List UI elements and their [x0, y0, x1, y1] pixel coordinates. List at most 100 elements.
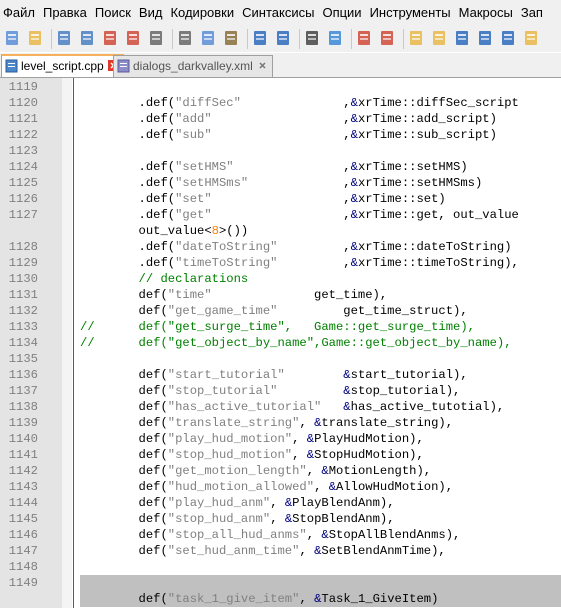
code-line[interactable]: 1128 .def("dateToString" ,&xrTime::dateT…: [0, 239, 561, 255]
menu-item[interactable]: Синтаксисы: [238, 0, 318, 26]
code-token: xrTime::sub_script): [357, 128, 497, 142]
code-text: // def("get_object_by_name",Game::get_ob…: [80, 335, 512, 351]
code-line[interactable]: 1144 def("play_hud_anm", &PlayBlendAnm),: [0, 495, 561, 511]
code-token: def(: [80, 592, 168, 606]
tab-level-script[interactable]: level_script.cpp: [1, 54, 124, 77]
code-token: StopHudMotion),: [314, 448, 424, 462]
code-line[interactable]: 1122 .def("sub" ,&xrTime::sub_script): [0, 127, 561, 143]
code-line[interactable]: 1131 def("time" get_time),: [0, 287, 561, 303]
code-line[interactable]: 1145 def("stop_hud_anm", &StopBlendAnm),: [0, 511, 561, 527]
code-line[interactable]: 1133 // def("get_surge_time", Game::get_s…: [0, 319, 561, 335]
code-line[interactable]: 1126 .def("set" ,&xrTime::set): [0, 191, 561, 207]
string-token: "translate_string": [167, 416, 300, 430]
menu-item[interactable]: Макросы: [455, 0, 517, 26]
code-text: def("play_hud_anm", &PlayBlendAnm),: [80, 495, 395, 511]
code-token: ,: [240, 96, 351, 110]
operator-token: &: [321, 464, 329, 478]
code-editor[interactable]: 1119 1120 .def("diffSec" ,&xrTime::diffSe…: [0, 78, 561, 608]
line-number: 1134: [8, 336, 38, 350]
code-line[interactable]: 1135: [0, 351, 561, 367]
cut-icon[interactable]: [176, 29, 194, 47]
menu-item[interactable]: Файл: [0, 0, 39, 26]
undo-icon[interactable]: [251, 29, 269, 47]
comment-token: // def("get_surge_time", Game::get_surge…: [80, 320, 475, 334]
word-wrap-icon[interactable]: [453, 29, 471, 47]
tab-label: dialogs_darkvalley.xml: [133, 59, 253, 73]
show-all-chars-icon[interactable]: [476, 29, 494, 47]
code-line[interactable]: 1127 .def("get" ,&xrTime::get, out_value: [0, 207, 561, 223]
menu-item[interactable]: Вид: [135, 0, 167, 26]
save-all-icon[interactable]: [78, 29, 96, 47]
code-line[interactable]: 1125 .def("setHMSms" ,&xrTime::setHMSms): [0, 175, 561, 191]
open-file-icon[interactable]: [26, 29, 44, 47]
code-text: def("stop_tutorial" &stop_tutorial),: [80, 383, 461, 399]
code-line[interactable]: 1123: [0, 143, 561, 159]
code-line[interactable]: 1147 def("set_hud_anm_time", &SetBlendAn…: [0, 543, 561, 559]
code-line[interactable]: 1141 def("stop_hud_motion", &StopHudMoti…: [0, 447, 561, 463]
code-line[interactable]: 1140 def("play_hud_motion", &PlayHudMoti…: [0, 431, 561, 447]
code-line[interactable]: 1119: [0, 79, 561, 95]
code-line[interactable]: out_value<8>()): [0, 223, 561, 239]
find-icon[interactable]: [303, 29, 321, 47]
zoom-out-icon[interactable]: [378, 29, 396, 47]
code-token: .def(: [80, 112, 176, 126]
code-line[interactable]: 1124 .def("setHMS" ,&xrTime::setHMS): [0, 159, 561, 175]
code-line[interactable]: 1146 def("stop_all_hud_anms", &StopAllBl…: [0, 527, 561, 543]
code-token: def(: [80, 528, 168, 542]
sync-v-icon[interactable]: [407, 29, 425, 47]
user-lang-icon[interactable]: [522, 29, 540, 47]
code-line[interactable]: 1139 def("translate_string", &translate_…: [0, 415, 561, 431]
code-line[interactable]: 1130 // declarations: [0, 271, 561, 287]
code-token: ,: [233, 160, 351, 174]
code-line[interactable]: 1132 def("get_game_time" get_time_struct…: [0, 303, 561, 319]
print-icon[interactable]: [147, 29, 165, 47]
code-token: def(: [80, 368, 168, 382]
new-file-icon[interactable]: [3, 29, 21, 47]
zoom-in-icon[interactable]: [355, 29, 373, 47]
redo-icon[interactable]: [274, 29, 292, 47]
line-number: 1140: [8, 432, 38, 446]
close-icon[interactable]: [257, 60, 268, 71]
line-number: 1126: [8, 192, 38, 206]
menu-item[interactable]: Инструменты: [366, 0, 455, 26]
code-line[interactable]: 1138 def("has_active_tutorial" &has_acti…: [0, 399, 561, 415]
line-number: 1129: [8, 256, 38, 270]
line-number: 1137: [8, 384, 38, 398]
code-token: def(: [80, 288, 168, 302]
toolbar-separator: [51, 29, 52, 49]
close-all-icon[interactable]: [124, 29, 142, 47]
string-token: "set_hud_anm_time": [167, 544, 300, 558]
sync-h-icon[interactable]: [430, 29, 448, 47]
code-line[interactable]: 1149: [0, 575, 561, 591]
close-icon[interactable]: [101, 29, 119, 47]
copy-icon[interactable]: [199, 29, 217, 47]
code-line[interactable]: 1134 // def("get_object_by_name",Game::ge…: [0, 335, 561, 351]
string-token: "start_tutorial": [167, 368, 285, 382]
code-line[interactable]: 1148: [0, 559, 561, 575]
code-token: translate_string),: [321, 416, 454, 430]
menu-item[interactable]: Правка: [39, 0, 91, 26]
paste-icon[interactable]: [222, 29, 240, 47]
menu-item[interactable]: Зап: [517, 0, 547, 26]
code-token: xrTime::dateToString): [357, 240, 512, 254]
menu-item[interactable]: Поиск: [91, 0, 135, 26]
line-number: 1130: [8, 272, 38, 286]
code-line[interactable]: 1136 def("start_tutorial" &start_tutoria…: [0, 367, 561, 383]
code-text: def("set_hud_anm_time", &SetBlendAnmTime…: [80, 543, 446, 559]
menu-item[interactable]: Опции: [318, 0, 365, 26]
save-icon[interactable]: [55, 29, 73, 47]
code-token: ,: [211, 112, 351, 126]
line-number: 1145: [8, 512, 38, 526]
string-token: "add": [175, 112, 212, 126]
replace-icon[interactable]: [326, 29, 344, 47]
tab-dialogs-darkvalley[interactable]: dialogs_darkvalley.xml: [113, 55, 273, 77]
code-line[interactable]: 1129 .def("timeToString" ,&xrTime::timeT…: [0, 255, 561, 271]
menu-item[interactable]: Кодировки: [166, 0, 238, 26]
code-line[interactable]: 1137 def("stop_tutorial" &stop_tutorial)…: [0, 383, 561, 399]
code-line[interactable]: 1143 def("hud_motion_allowed", &AllowHud…: [0, 479, 561, 495]
code-line[interactable]: 1142 def("get_motion_length", &MotionLen…: [0, 463, 561, 479]
indent-guide-icon[interactable]: [499, 29, 517, 47]
code-line[interactable]: 1120 .def("diffSec" ,&xrTime::diffSec_sc…: [0, 95, 561, 111]
code-line[interactable]: def("task_1_give_item", &Task_1_GiveItem…: [0, 591, 561, 607]
code-line[interactable]: 1121 .def("add" ,&xrTime::add_script): [0, 111, 561, 127]
